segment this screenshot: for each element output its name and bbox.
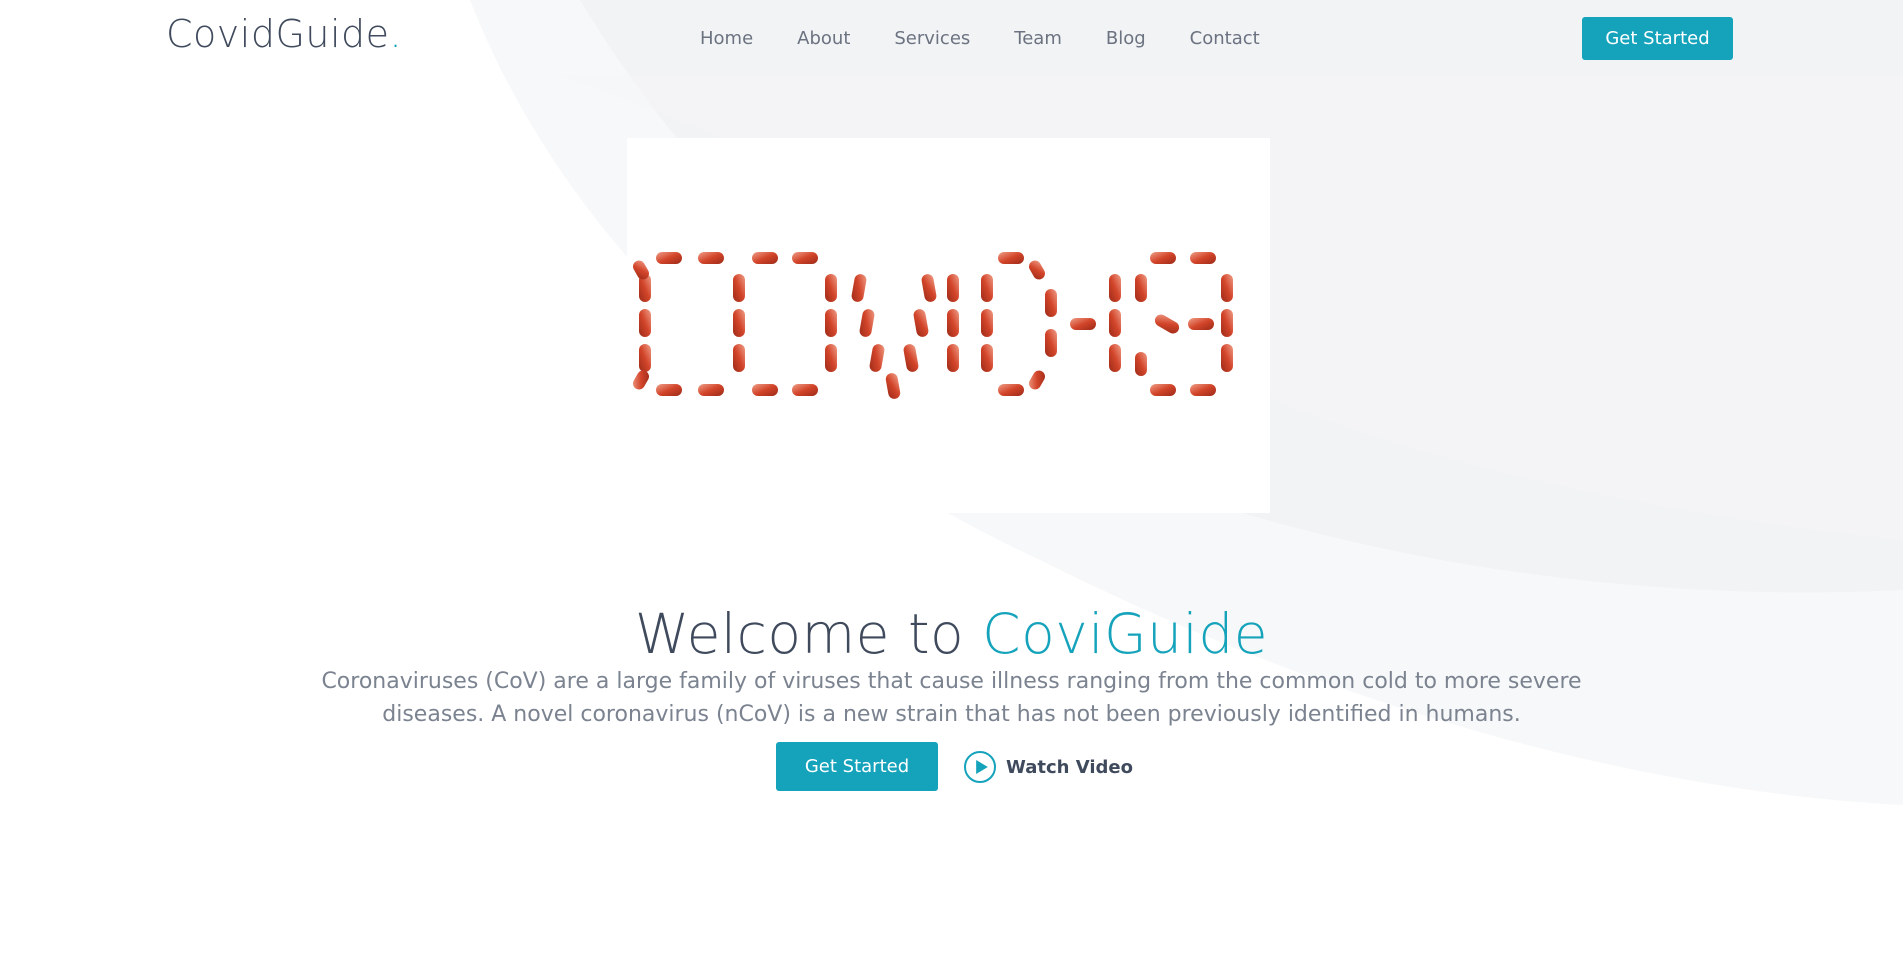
pill-shape	[1070, 318, 1096, 330]
pill-shape	[947, 344, 959, 372]
covid-pill-art	[633, 252, 1233, 399]
pill-shape	[1135, 274, 1147, 302]
pill-shape	[733, 309, 745, 337]
pill-shape	[981, 309, 993, 337]
pill-shape	[698, 252, 724, 264]
pill-shape	[1045, 329, 1057, 357]
main-nav: Home About Services Team Blog Contact	[700, 28, 1304, 49]
pill-shape	[885, 373, 901, 399]
pill-shape	[947, 274, 959, 302]
pill-shape	[639, 309, 651, 337]
pill-shape	[733, 274, 745, 302]
pill-shape	[1221, 274, 1233, 302]
nav-item-home[interactable]: Home	[700, 28, 753, 49]
nav-item-services[interactable]: Services	[894, 28, 970, 49]
hero-image	[627, 138, 1270, 513]
pill-shape	[1045, 289, 1057, 317]
site-header: CovidGuide. Home About Services Team Blo…	[0, 0, 1903, 78]
hero-title-accent: CoviGuide	[982, 601, 1269, 666]
pill-shape	[1221, 344, 1233, 372]
pill-shape	[825, 309, 837, 337]
pill-shape	[733, 344, 745, 372]
nav-item-team[interactable]: Team	[1014, 28, 1062, 49]
brand-logo[interactable]: CovidGuide.	[166, 12, 402, 56]
pill-shape	[1188, 318, 1214, 330]
pill-shape	[1221, 309, 1233, 337]
pill-shape	[656, 252, 682, 264]
brand-name: CovidGuide	[166, 12, 390, 56]
pill-shape	[792, 384, 818, 396]
pill-shape	[1190, 384, 1216, 396]
pill-shape	[1109, 274, 1121, 302]
pill-shape	[851, 274, 867, 302]
pill-shape	[1150, 384, 1176, 396]
pill-shape	[859, 309, 875, 337]
hero-title-prefix: Welcome to	[634, 601, 965, 666]
hero-get-started-button[interactable]: Get Started	[776, 742, 938, 791]
pill-shape	[981, 344, 993, 372]
brand-dot: .	[389, 12, 403, 56]
pill-shape	[656, 384, 682, 396]
pill-shape	[981, 274, 993, 302]
pill-shape	[947, 309, 959, 337]
watch-video-label: Watch Video	[1006, 756, 1133, 778]
nav-item-about[interactable]: About	[797, 28, 850, 49]
pill-shape	[998, 384, 1024, 396]
play-icon	[964, 751, 996, 783]
pill-shape	[825, 344, 837, 372]
pill-shape	[825, 274, 837, 302]
hero-title: Welcome to CoviGuide	[0, 602, 1903, 666]
pill-shape	[752, 384, 778, 396]
nav-item-contact[interactable]: Contact	[1190, 28, 1260, 49]
pill-shape	[1109, 309, 1121, 337]
pill-shape	[752, 252, 778, 264]
pill-shape	[869, 344, 885, 372]
pill-shape	[792, 252, 818, 264]
pill-shape	[913, 309, 929, 337]
pill-shape	[1029, 370, 1045, 390]
pill-shape	[1029, 260, 1045, 280]
pill-shape	[1135, 352, 1147, 376]
pill-shape	[633, 370, 649, 390]
hero-description: Coronaviruses (CoV) are a large family o…	[321, 669, 1582, 727]
pill-shape	[1109, 344, 1121, 372]
pill-shape	[903, 344, 919, 372]
nav-item-blog[interactable]: Blog	[1106, 28, 1146, 49]
pill-shape	[1154, 314, 1180, 334]
pill-shape	[921, 274, 937, 302]
header-get-started-button[interactable]: Get Started	[1582, 17, 1733, 60]
pill-shape	[1150, 252, 1176, 264]
watch-video-button[interactable]: Watch Video	[964, 748, 1133, 786]
pill-shape	[698, 384, 724, 396]
pill-shape	[639, 344, 651, 372]
pill-shape	[998, 252, 1024, 264]
pill-shape	[1190, 252, 1216, 264]
